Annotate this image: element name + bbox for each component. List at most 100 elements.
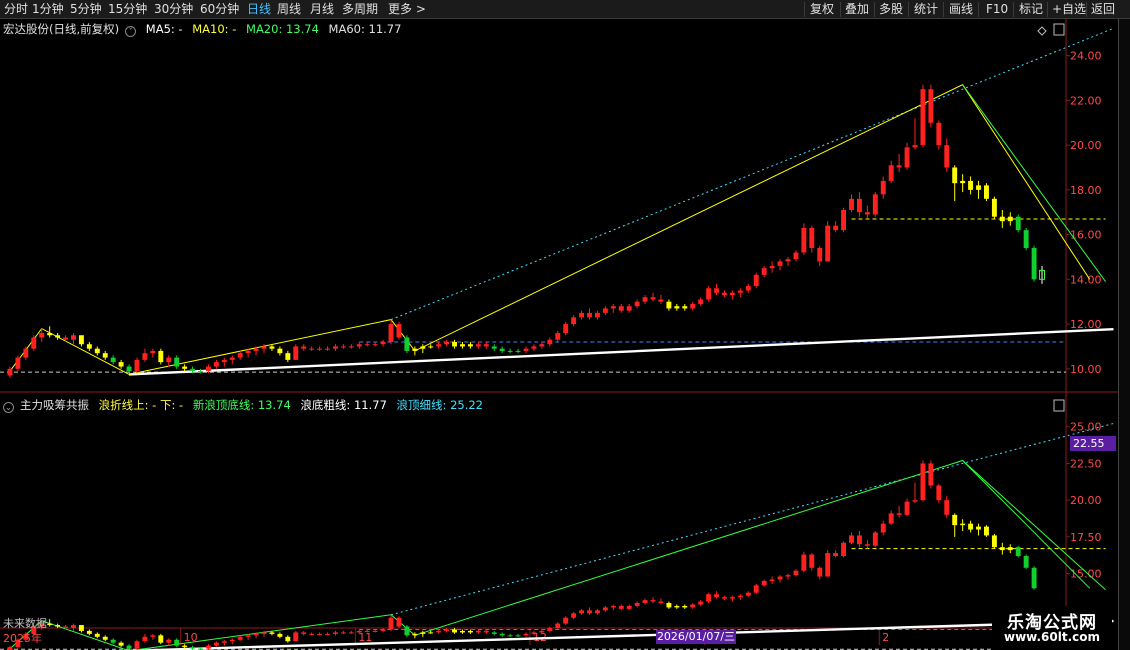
- sub-candle-body: [388, 617, 394, 630]
- sub-candle-body: [483, 630, 489, 633]
- main-candle-body: [396, 324, 402, 338]
- sub-candle-body: [491, 632, 497, 634]
- sub-candle-body: [729, 597, 735, 599]
- sub-candle-body: [650, 600, 656, 602]
- sub-candle-body: [674, 605, 680, 608]
- main-candle-body: [380, 341, 386, 345]
- sub-candle-body: [229, 639, 235, 642]
- main-candle-body: [706, 288, 712, 300]
- sub-candle-body: [698, 601, 704, 605]
- main-candle-body: [769, 265, 775, 269]
- main-candle-body: [817, 248, 823, 262]
- main-candle-body: [872, 194, 878, 215]
- main-candle-body: [1015, 216, 1021, 231]
- sub-candle-body: [142, 636, 148, 642]
- main-candle-body: [372, 344, 378, 346]
- sub-candle-body: [190, 647, 196, 649]
- main-wave-zigzag-line: [9, 84, 1091, 375]
- main-candle-body: [317, 348, 323, 350]
- main-candle-body: [690, 303, 696, 309]
- sub-candle-body: [86, 630, 92, 634]
- main-candle-body: [896, 165, 902, 168]
- main-candle-body: [729, 292, 735, 295]
- sub-candle-body: [356, 630, 362, 633]
- sub-candle-body: [666, 603, 672, 608]
- sub-candle-body: [221, 641, 227, 643]
- month-label: 2: [882, 631, 889, 644]
- sub-candle-body: [63, 626, 69, 628]
- sub-candle-body: [293, 632, 299, 642]
- sub-candle-body: [499, 633, 505, 636]
- sub-candle-body: [928, 463, 934, 486]
- sub-candle-body: [55, 625, 61, 627]
- main-candle-body: [340, 346, 346, 348]
- sub-candle-body: [340, 632, 346, 634]
- y-tick-label: 18.00: [1070, 184, 1102, 197]
- main-candle-body: [753, 274, 759, 287]
- main-candle-body: [626, 306, 632, 311]
- main-candle-body: [833, 225, 839, 231]
- main-candle-body: [198, 371, 203, 373]
- main-candle-body: [563, 324, 569, 334]
- sub-candle-body: [198, 648, 203, 650]
- main-candle-body: [523, 348, 529, 351]
- sub-candle-body: [896, 513, 902, 515]
- sub-candle-body: [94, 633, 100, 637]
- main-candle-body: [928, 89, 934, 123]
- sub-candle-body: [571, 613, 577, 618]
- crosshair-price-tag: 22.55: [1070, 436, 1116, 451]
- main-candle-body: [801, 227, 807, 253]
- sub-candle-body: [825, 553, 831, 577]
- main-candle-body: [158, 350, 164, 363]
- main-candle-body: [983, 185, 989, 199]
- y-tick-label: 14.00: [1070, 273, 1102, 286]
- main-candle-body: [301, 346, 307, 349]
- main-candle-body: [388, 324, 394, 342]
- sub-candle-body: [682, 605, 688, 608]
- main-candle-body: [658, 299, 664, 302]
- sub-candle-body: [793, 570, 799, 576]
- sub-wave-top-thin-line: [390, 422, 1114, 616]
- main-candle-body: [78, 335, 84, 345]
- main-candle-body: [47, 333, 53, 336]
- main-candle-body: [134, 359, 140, 372]
- sub-candle-body: [348, 632, 354, 634]
- sub-candle-body: [118, 642, 124, 646]
- sub-candle-body: [523, 633, 529, 636]
- main-candle-body: [507, 350, 513, 352]
- main-candle-body: [634, 301, 640, 307]
- sub-candle-body: [102, 636, 108, 640]
- sub-candle-body: [587, 610, 592, 614]
- sub-candle-body: [801, 554, 807, 571]
- sub-candle-body: [436, 630, 442, 633]
- main-candle-body: [761, 268, 767, 275]
- main-candle-body: [229, 357, 235, 360]
- kline-chart[interactable]: 24.0022.0020.0018.0016.0014.0012.0010.00…: [0, 0, 1130, 650]
- main-candle-body: [245, 350, 251, 354]
- sub-candle-body: [769, 579, 775, 581]
- sub-candle-body: [983, 526, 989, 536]
- sub-candle-body: [960, 523, 966, 526]
- watermark-url: www.60lt.com: [1003, 630, 1101, 644]
- sub-candle-body: [515, 635, 521, 637]
- main-candle-body: [880, 180, 886, 195]
- sub-candle-body: [690, 604, 696, 608]
- main-candle-body: [650, 297, 656, 300]
- sub-candle-body: [396, 617, 402, 627]
- sub-candle-body: [404, 626, 410, 636]
- main-candle-body: [102, 353, 108, 358]
- sub-candle-body: [714, 594, 719, 598]
- sub-candle-body: [888, 513, 894, 524]
- sub-candle-body: [920, 463, 926, 501]
- main-candle-body: [23, 348, 29, 358]
- main-candle-body: [55, 335, 61, 338]
- sub-candle-body: [452, 629, 458, 633]
- main-candle-body: [825, 225, 831, 262]
- main-candle-body: [737, 290, 743, 293]
- main-candle-body: [452, 341, 458, 347]
- sub-candle-body: [722, 597, 727, 599]
- y-tick-label: 22.50: [1070, 457, 1102, 470]
- main-candle-body: [944, 145, 950, 168]
- sub-candle-body: [785, 575, 791, 577]
- y-tick-label: 10.00: [1070, 363, 1102, 376]
